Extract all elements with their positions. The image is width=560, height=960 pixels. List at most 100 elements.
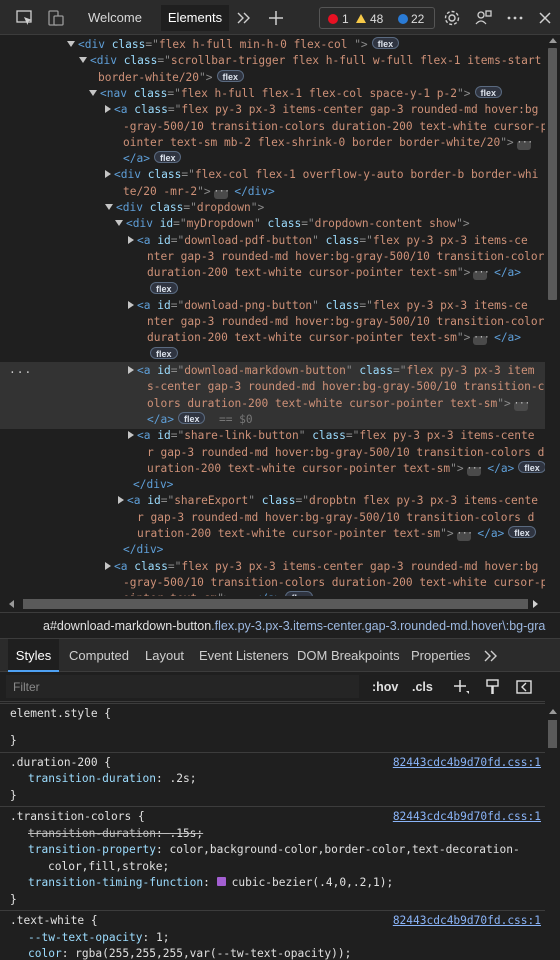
dom-node-line[interactable]: nter gap-3 rounded-md hover:bg-gray-500/…: [0, 314, 545, 331]
collapsed-content-icon[interactable]: ···: [516, 138, 533, 150]
dom-node-line[interactable]: -gray-500/10 transition-colors duration-…: [0, 119, 545, 136]
dom-node-line[interactable]: ointer text-sm mb-2 flex-shrink-0 border…: [0, 135, 545, 152]
dom-node-line[interactable]: <div class="scrollbar-trigger flex h-ful…: [0, 53, 545, 70]
elements-vertical-scrollbar[interactable]: [545, 35, 560, 596]
breadcrumb[interactable]: a#download-markdown-button.flex.py-3.px-…: [0, 612, 560, 638]
flex-badge[interactable]: flex: [150, 346, 178, 359]
dom-node-line[interactable]: uration-200 text-white cursor-pointer te…: [0, 526, 545, 543]
breadcrumb-classes[interactable]: .flex.py-3.px-3.items-center.gap-3.round…: [211, 619, 545, 633]
hover-state-button[interactable]: :hov: [372, 678, 398, 696]
dom-node-line[interactable]: <a class="flex py-3 px-3 items-center ga…: [0, 102, 545, 119]
more-options-icon[interactable]: [505, 8, 525, 28]
dom-node-line[interactable]: </a> flex: [0, 151, 545, 168]
inspect-icon[interactable]: [15, 8, 35, 28]
rule-selector[interactable]: .text-white {: [10, 913, 98, 930]
expand-arrow-icon[interactable]: [105, 561, 111, 570]
flex-badge[interactable]: flex: [518, 460, 545, 473]
tab-dom-breakpoints[interactable]: DOM Breakpoints: [297, 639, 400, 672]
expand-arrow-icon[interactable]: [105, 170, 111, 179]
new-rule-icon[interactable]: [451, 677, 471, 697]
flex-badge[interactable]: flex: [216, 69, 245, 82]
dom-node-line[interactable]: <nav class="flex h-full flex-1 flex-col …: [0, 85, 545, 103]
breadcrumb-element[interactable]: a#download-markdown-button: [43, 619, 211, 633]
settings-icon[interactable]: [442, 8, 462, 28]
dom-node-line[interactable]: s-center gap-3 rounded-md hover:bg-gray-…: [0, 379, 545, 396]
scrollbar-thumb[interactable]: [548, 48, 557, 300]
dom-node-line[interactable]: <a id="shareExport" class="dropbtn flex …: [0, 493, 545, 510]
dom-node-line[interactable]: flex: [0, 346, 545, 364]
dom-node-line[interactable]: <div class="flex h-full min-h-0 flex-col…: [0, 37, 545, 54]
filter-input[interactable]: [6, 675, 359, 698]
css-rule[interactable]: element.style {}: [0, 703, 545, 752]
collapse-arrow-icon[interactable]: [79, 57, 87, 64]
dom-node-line[interactable]: <a id="download-markdown-button" class="…: [0, 363, 545, 380]
expand-arrow-icon[interactable]: [128, 300, 134, 309]
flex-badge[interactable]: flex: [153, 151, 182, 164]
collapse-arrow-icon[interactable]: [67, 41, 75, 47]
property-value[interactable]: .15s: [169, 827, 196, 840]
styles-vertical-scrollbar[interactable]: [545, 672, 560, 960]
rule-source-link[interactable]: 82443cdc4b9d70fd.css:1: [393, 755, 541, 772]
rule-source-link[interactable]: 82443cdc4b9d70fd.css:1: [393, 809, 541, 826]
scroll-right-icon[interactable]: [533, 600, 538, 608]
tab-properties[interactable]: Properties: [411, 639, 470, 672]
expand-arrow-icon[interactable]: [128, 366, 134, 374]
property-value[interactable]: rgba(255,255,255,var(--tw-text-opacity)): [75, 947, 344, 960]
expand-arrow-icon[interactable]: [105, 105, 111, 114]
property-value[interactable]: color,background-color,border-color,text…: [169, 843, 519, 856]
tab-welcome[interactable]: Welcome: [78, 5, 152, 31]
collapse-arrow-icon[interactable]: [89, 89, 97, 96]
more-tabs-icon[interactable]: [481, 646, 501, 666]
dom-node-line[interactable]: olors duration-200 text-white cursor-poi…: [0, 396, 545, 413]
dom-node-line[interactable]: duration-200 text-white cursor-pointer t…: [0, 265, 545, 282]
property-name[interactable]: transition-property: [28, 843, 156, 856]
collapsed-content-icon[interactable]: ···: [466, 464, 483, 476]
property-name[interactable]: transition-duration: [28, 827, 156, 840]
elements-horizontal-scrollbar[interactable]: [0, 596, 560, 612]
dom-node-line[interactable]: </div>: [0, 477, 545, 494]
collapsed-content-icon[interactable]: ···: [213, 187, 230, 199]
dom-node-line[interactable]: te/20 -mr-2"> ··· </div>: [0, 184, 545, 201]
more-tabs-icon[interactable]: [234, 8, 254, 28]
scroll-up-icon[interactable]: [549, 38, 557, 43]
scrollbar-thumb[interactable]: [23, 599, 528, 609]
device-toggle-icon[interactable]: [46, 8, 66, 28]
collapsed-content-icon[interactable]: ···: [473, 269, 490, 281]
dom-node-line[interactable]: uration-200 text-white cursor-pointer te…: [0, 460, 545, 478]
flex-badge[interactable]: flex: [474, 85, 503, 98]
property-name[interactable]: transition-timing-function: [28, 876, 203, 889]
issues-counter[interactable]: 1 48 22: [319, 7, 435, 29]
add-tab-icon[interactable]: [266, 8, 286, 28]
css-declaration[interactable]: --tw-text-opacity: 1;: [28, 930, 170, 947]
toggle-sidebar-icon[interactable]: [514, 677, 534, 697]
dom-node-line[interactable]: -gray-500/10 transition-colors duration-…: [0, 575, 545, 592]
css-rule[interactable]: .transition-colors {82443cdc4b9d70fd.css…: [0, 806, 545, 910]
scrollbar-thumb[interactable]: [548, 720, 557, 748]
dom-node-line[interactable]: <div id="myDropdown" class="dropdown-con…: [0, 216, 545, 233]
bezier-editor-icon[interactable]: [216, 877, 226, 886]
dom-node-line[interactable]: </div>: [0, 542, 545, 559]
property-value[interactable]: .2s: [169, 772, 189, 785]
dom-node-line[interactable]: <div class="dropdown">: [0, 200, 545, 217]
tab-elements[interactable]: Elements: [161, 5, 229, 31]
styles-pane[interactable]: element.style {} .duration-200 {82443cdc4…: [0, 703, 545, 960]
css-declaration[interactable]: color: rgba(255,255,255,var(--tw-text-op…: [28, 946, 351, 960]
collapse-arrow-icon[interactable]: [115, 220, 123, 227]
css-declaration[interactable]: transition-duration: .15s;: [28, 826, 203, 843]
collapse-arrow-icon[interactable]: [105, 204, 113, 210]
css-declaration[interactable]: transition-property: color,background-co…: [28, 842, 520, 859]
dom-node-line[interactable]: </a> flex == $0: [0, 411, 545, 429]
close-icon[interactable]: [535, 8, 555, 28]
dom-node-line[interactable]: r gap-3 rounded-md hover:bg-gray-500/10 …: [0, 510, 545, 527]
class-toggle-button[interactable]: .cls: [412, 678, 433, 696]
customize-icon[interactable]: [474, 8, 494, 28]
tab-computed[interactable]: Computed: [69, 639, 129, 672]
expand-arrow-icon[interactable]: [128, 235, 134, 244]
css-declaration[interactable]: transition-duration: .2s;: [28, 771, 196, 788]
property-value[interactable]: 1: [156, 931, 163, 944]
dom-node-line[interactable]: nter gap-3 rounded-md hover:bg-gray-500/…: [0, 249, 545, 266]
dom-node-line[interactable]: r gap-3 rounded-md hover:bg-gray-500/10 …: [0, 445, 545, 462]
collapsed-content-icon[interactable]: ···: [456, 530, 473, 541]
property-value[interactable]: cubic-bezier(.4,0,.2,1): [232, 876, 387, 889]
css-declaration[interactable]: transition-timing-function: cubic-bezier…: [28, 875, 393, 892]
